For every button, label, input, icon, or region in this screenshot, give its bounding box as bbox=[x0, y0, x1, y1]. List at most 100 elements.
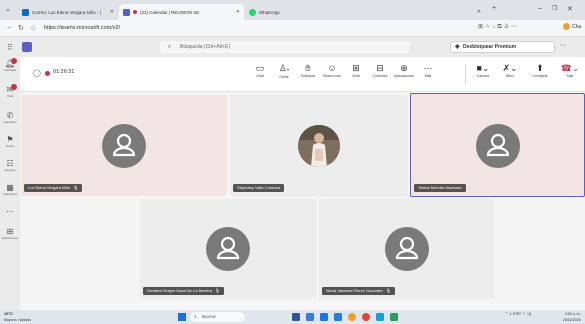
tab-label: WhatsApp bbox=[259, 9, 280, 15]
maximize-icon[interactable]: ❐ bbox=[552, 5, 557, 12]
chat-icon: ▭ bbox=[255, 63, 265, 73]
address-bar-row: ← ↻ ⓘ https://teams.microsoft.com/v2/ ⊞☆… bbox=[0, 20, 585, 37]
notification-badge bbox=[11, 84, 17, 90]
back-icon[interactable]: ← bbox=[6, 24, 13, 31]
rail-label: Teams bbox=[5, 144, 15, 148]
view-button[interactable]: ⊞ Vista bbox=[344, 63, 368, 79]
participant-tile[interactable]: Omaleni Grayer Daza De La Barrera 🎙︎ bbox=[140, 199, 316, 299]
url-field[interactable]: https://teams.microsoft.com/v2/ bbox=[44, 23, 474, 34]
wifi-icon: ⌔ bbox=[522, 311, 526, 316]
refresh-icon[interactable]: ↻ bbox=[18, 24, 24, 32]
left-rail: 🔔︎ Actividad ✉︎ Chat ✆ Llamadas ⚑ Teams … bbox=[0, 57, 20, 310]
apps-icon: ⊞ bbox=[6, 227, 14, 236]
teams-icon bbox=[123, 8, 130, 16]
raise-hand-button[interactable]: ✋︎ Participar bbox=[296, 63, 320, 79]
close-icon[interactable]: ✕ bbox=[236, 9, 240, 15]
close-icon[interactable]: ✕ bbox=[110, 9, 114, 15]
rail-label: Chat bbox=[6, 94, 14, 98]
unblock-premium-button[interactable]: ◈ Desbloquear Premium bbox=[450, 41, 555, 53]
plus-icon: ⊕ bbox=[400, 63, 408, 73]
participant-tile-active-speaker[interactable]: Yesica Mendez Alvarado bbox=[410, 93, 585, 197]
task-view-icon[interactable] bbox=[292, 313, 300, 321]
tab-whatsapp[interactable]: WhatsApp ✕ bbox=[245, 4, 485, 20]
chat-button[interactable]: ▭ Chat bbox=[248, 63, 272, 79]
edge-icon[interactable] bbox=[320, 313, 328, 321]
participant-name: Yesica Mendez Alvarado bbox=[418, 185, 462, 190]
rail-more[interactable]: ⋯ bbox=[0, 207, 20, 216]
mic-off-icon: 🎙︎ bbox=[214, 288, 220, 293]
tab-label: Correo: Luz Elena Vergara Niño - ( bbox=[32, 9, 102, 15]
camera-button[interactable]: ■⌄ Cámara bbox=[471, 63, 495, 79]
new-tab-button[interactable]: + bbox=[492, 5, 496, 12]
store-icon[interactable] bbox=[376, 313, 384, 321]
more-icon: ⋯ bbox=[6, 207, 14, 216]
controls-button[interactable]: ⊟ Controles bbox=[368, 63, 392, 79]
close-window-icon[interactable]: ✕ bbox=[567, 5, 573, 13]
share-button[interactable]: ⬆ Compartir bbox=[525, 63, 555, 79]
browser-toolbar-icons[interactable]: ⊞☆↓⧉♙⋯ bbox=[478, 23, 519, 31]
windows-start-icon[interactable] bbox=[178, 313, 186, 321]
toolbar-label: Más bbox=[424, 74, 432, 78]
toolbar-label: Aplicaciones bbox=[394, 74, 414, 78]
system-clock[interactable]: 9:52 a. m. 25/02/2025 bbox=[563, 311, 581, 323]
recording-indicator bbox=[45, 71, 50, 76]
toolbar-label: Micro bbox=[505, 74, 515, 78]
excel-icon[interactable] bbox=[390, 313, 398, 321]
notification-badge bbox=[11, 58, 17, 64]
toolbar-divider bbox=[465, 64, 466, 84]
rail-item-llamadas[interactable]: ✆ Llamadas bbox=[0, 111, 20, 124]
system-tray[interactable]: ⌃ ◖ ESP ⌔ ◁) bbox=[505, 311, 531, 317]
weather-temp: 26°C bbox=[4, 311, 13, 316]
apps-button[interactable]: ⊕ Aplicaciones bbox=[392, 63, 416, 79]
bell-icon: 🔔︎ bbox=[4, 59, 16, 68]
react-button[interactable]: ☺ Reaccionar bbox=[320, 63, 344, 79]
whatsapp-icon bbox=[249, 8, 256, 16]
site-info-icon[interactable]: ⓘ bbox=[31, 25, 36, 32]
rail-item-chat[interactable]: ✉︎ Chat bbox=[0, 84, 20, 98]
search-input[interactable]: ⌕ Búsqueda (Ctrl+Alt+E) bbox=[160, 41, 410, 53]
rail-item-aplicaciones[interactable]: ⊞ Aplicaciones bbox=[0, 227, 20, 240]
app-launcher-icon[interactable]: ⠿ bbox=[7, 43, 13, 52]
tab-teams[interactable]: (23) Calendar | REUNION SE: ✕ bbox=[119, 4, 244, 20]
outlook-icon bbox=[22, 8, 29, 16]
people-count: 9 bbox=[286, 67, 290, 72]
participant-tile[interactable]: Luz Elena Vergara Niño 🎙︎ bbox=[21, 95, 227, 196]
mic-button[interactable]: ✗⌄ Micro bbox=[498, 63, 522, 79]
more-button[interactable]: ⋯ Más bbox=[416, 63, 440, 79]
app-icon[interactable] bbox=[306, 313, 314, 321]
hang-up-icon: ☎⌄ bbox=[560, 63, 580, 73]
participant-name-tag: Luz Elena Vergara Niño 🎙︎ bbox=[24, 184, 83, 192]
teams-logo-icon bbox=[22, 42, 32, 52]
minimize-icon[interactable]: – bbox=[538, 5, 542, 12]
participant-name-tag: Nuvia Vanessa Florez Gonzalez 🎙︎ bbox=[322, 287, 395, 295]
network-icon: ◖ bbox=[509, 311, 512, 316]
rail-item-calendario[interactable]: ▦ Calendario bbox=[0, 183, 20, 196]
leave-button[interactable]: ☎⌄ Salir bbox=[555, 63, 585, 79]
smile-icon: ☺ bbox=[327, 63, 337, 73]
rail-item-equipos[interactable]: ☷ Equipos bbox=[0, 159, 20, 172]
weather-widget[interactable]: 26°C Mayorm. nublado bbox=[4, 311, 31, 323]
word-icon[interactable] bbox=[334, 313, 342, 321]
rail-label: Llamadas bbox=[3, 120, 17, 124]
calendar-icon: ▦ bbox=[6, 183, 14, 192]
participant-photo bbox=[298, 125, 340, 167]
share-icon: ⬆ bbox=[536, 63, 544, 73]
rail-item-teams[interactable]: ⚑ Teams bbox=[0, 135, 20, 148]
teams-header: ⠿ ⌕ Búsqueda (Ctrl+Alt+E) ◈ Desbloquear … bbox=[0, 37, 585, 57]
chrome-icon[interactable] bbox=[362, 313, 370, 321]
taskbar-search-input[interactable]: ⌕ Buscar bbox=[190, 312, 245, 322]
tab-menu-icon[interactable]: ⌄ bbox=[5, 5, 11, 13]
files-icon[interactable] bbox=[348, 313, 356, 321]
rail-item-actividad[interactable]: 🔔︎ Actividad bbox=[0, 58, 20, 72]
participant-tile[interactable]: Stephany Vallo Cordoba bbox=[230, 95, 408, 196]
people-button[interactable]: ♙9 Gente bbox=[272, 63, 296, 80]
copilot-button[interactable]: Cha bbox=[563, 23, 581, 30]
clock-time: 9:52 a. m. bbox=[564, 312, 581, 316]
shield-icon[interactable]: ◯ bbox=[33, 69, 41, 77]
close-icon[interactable]: ✕ bbox=[477, 9, 481, 15]
tab-outlook[interactable]: Correo: Luz Elena Vergara Niño - ( ✕ bbox=[18, 4, 118, 20]
more-icon[interactable]: ⋯ bbox=[560, 42, 566, 49]
search-icon: ⌕ bbox=[168, 44, 172, 50]
taskbar-search-placeholder: Buscar bbox=[202, 314, 217, 319]
participant-tile[interactable]: Nuvia Vanessa Florez Gonzalez 🎙︎ bbox=[319, 199, 494, 299]
